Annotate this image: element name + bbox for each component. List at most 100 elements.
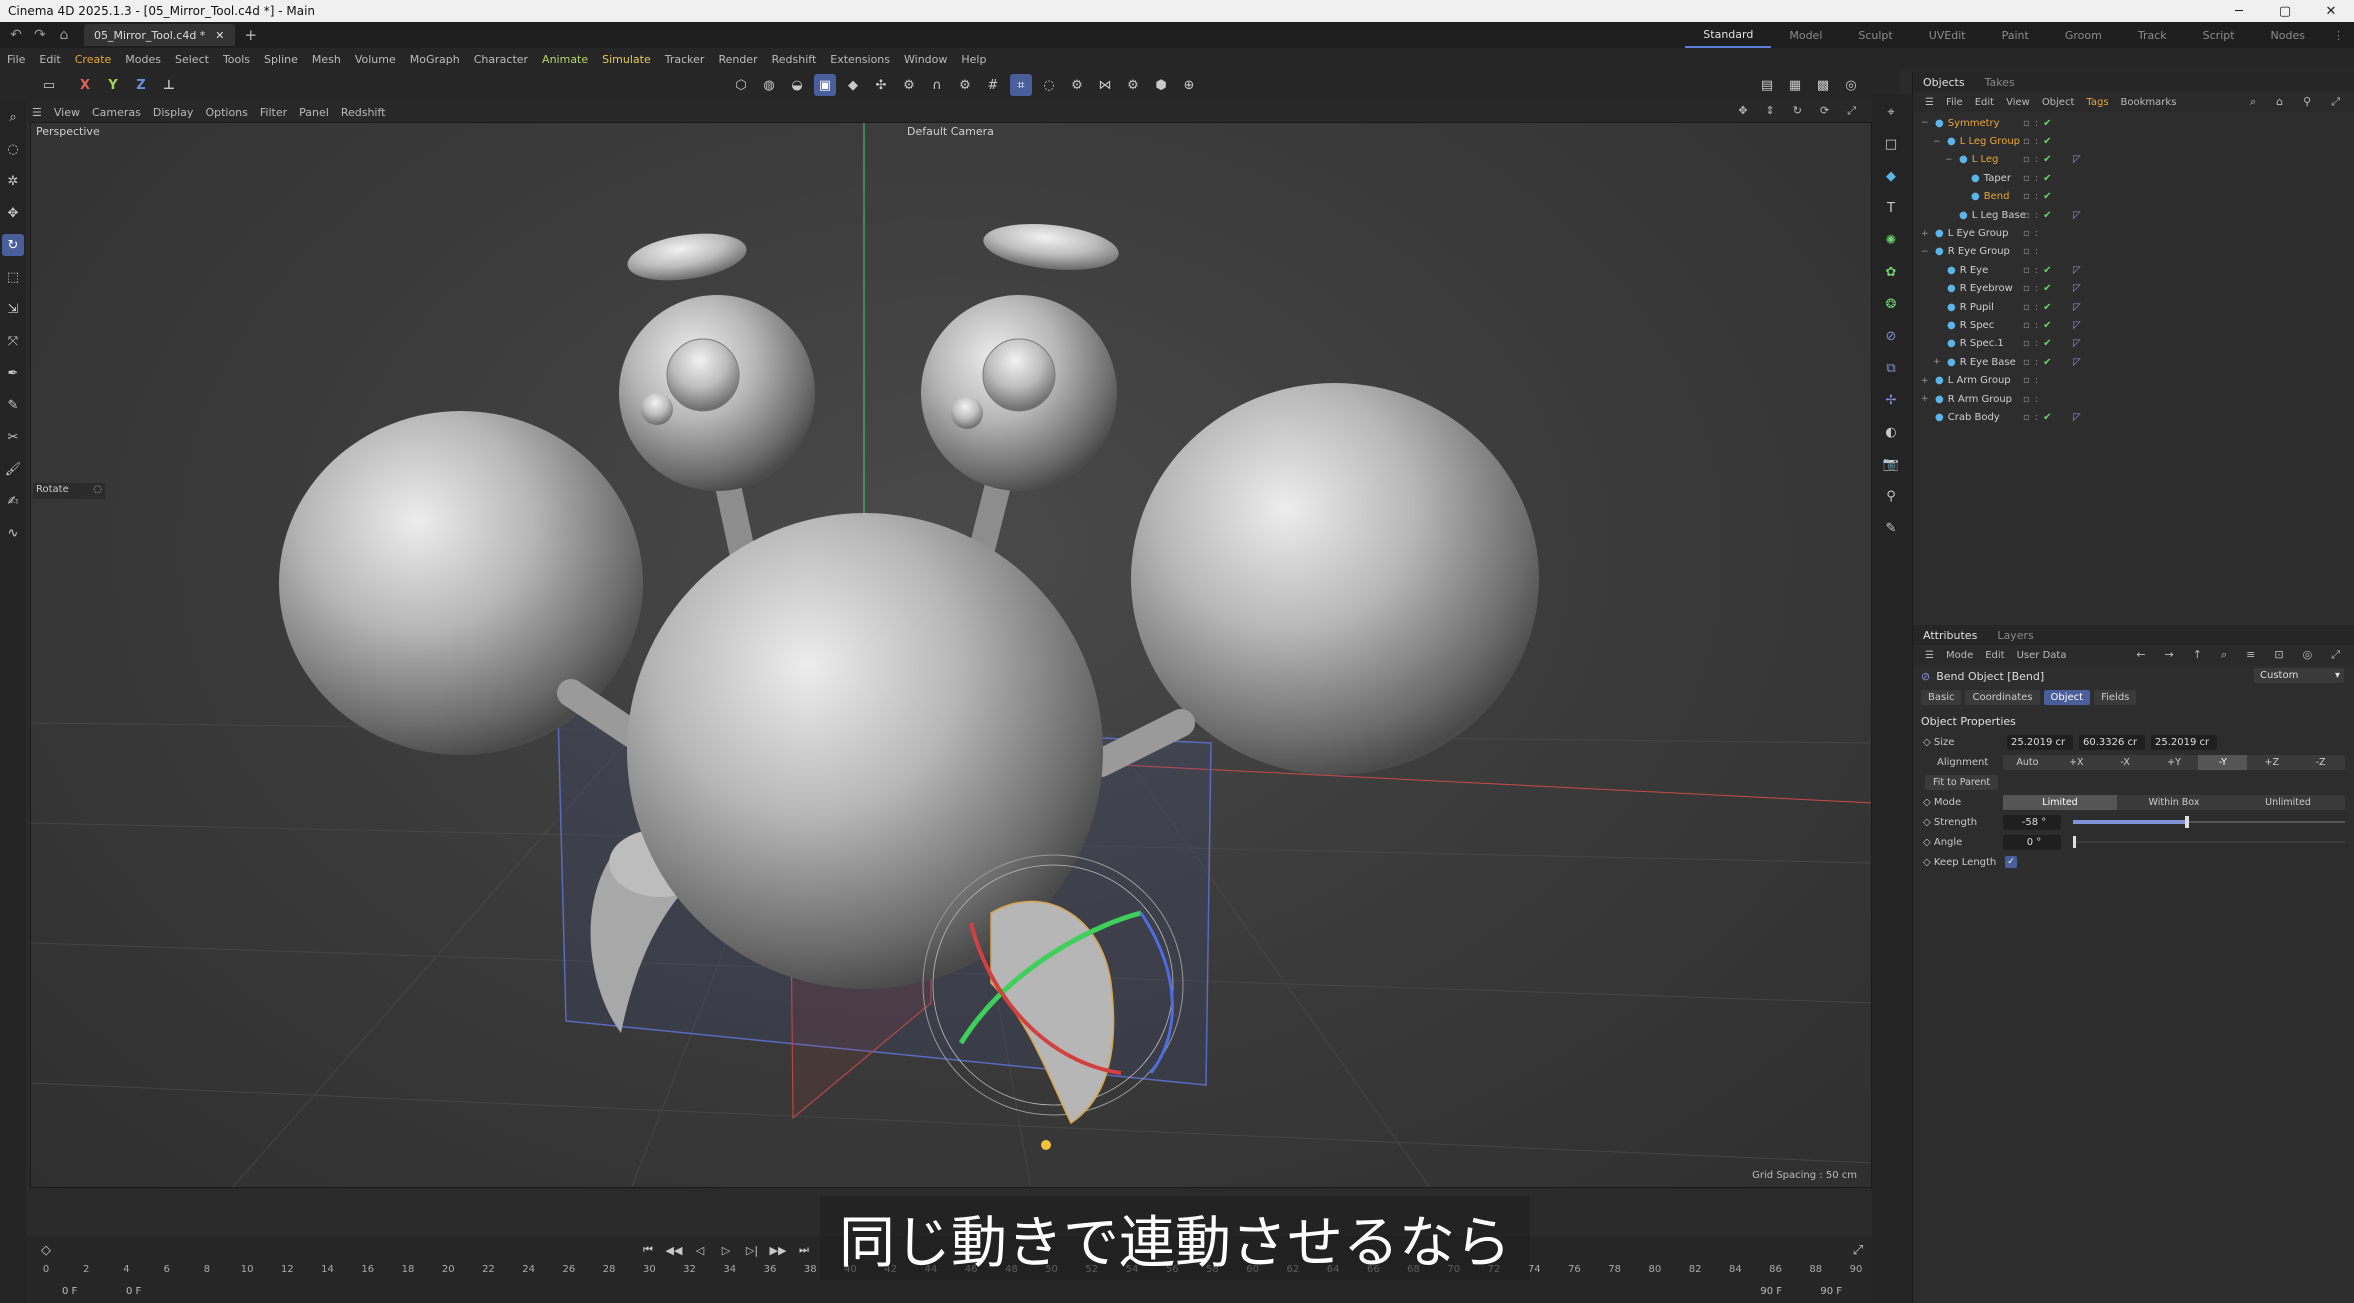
- size-z-field[interactable]: 25.2019 cr: [2151, 734, 2217, 750]
- angle-slider-handle[interactable]: [2073, 836, 2076, 848]
- visibility-dots-icon[interactable]: :: [2035, 412, 2038, 423]
- objects-menu-view[interactable]: View: [2000, 97, 2036, 108]
- alignment-option[interactable]: +X: [2052, 755, 2101, 770]
- viewport-menu-options[interactable]: Options: [199, 106, 253, 119]
- layer-icon[interactable]: ▫: [2023, 283, 2030, 294]
- object-row[interactable]: ● R Eye ▫: ✔ ◸: [1913, 261, 2354, 279]
- object-row[interactable]: ● R Spec ▫: ✔ ◸: [1913, 316, 2354, 334]
- snap-settings-icon[interactable]: ⚙: [954, 74, 976, 96]
- alignment-option[interactable]: Auto: [2003, 755, 2052, 770]
- visibility-dots-icon[interactable]: :: [2035, 210, 2038, 221]
- visibility-dots-icon[interactable]: :: [2035, 246, 2038, 257]
- attributes-menu-icon[interactable]: ☰: [1919, 650, 1940, 661]
- object-row[interactable]: ● Crab Body ▫: ✔ ◸: [1913, 408, 2354, 426]
- axis-mode-icon[interactable]: ✣: [870, 74, 892, 96]
- visibility-dots-icon[interactable]: :: [2035, 136, 2038, 147]
- home-icon[interactable]: ⌂: [54, 27, 74, 43]
- mode-option[interactable]: Within Box: [2117, 795, 2231, 810]
- menu-extensions[interactable]: Extensions: [823, 53, 897, 66]
- go-to-end-button[interactable]: ⏭: [794, 1240, 814, 1260]
- objects-menu-file[interactable]: File: [1940, 97, 1969, 108]
- layout-tab-standard[interactable]: Standard: [1685, 22, 1772, 48]
- expand-toggle-icon[interactable]: −: [1933, 137, 1943, 147]
- deformer-icon[interactable]: ⊘: [1880, 325, 1902, 347]
- more-options-icon[interactable]: ⋮: [2323, 22, 2354, 48]
- alignment-option[interactable]: +Z: [2247, 755, 2296, 770]
- visibility-dots-icon[interactable]: :: [2035, 357, 2038, 368]
- enabled-check-icon[interactable]: ✔: [2043, 357, 2051, 368]
- menu-window[interactable]: Window: [897, 53, 954, 66]
- null-object-icon[interactable]: □: [1880, 133, 1902, 155]
- tag-icon[interactable]: ◸: [2073, 265, 2081, 276]
- object-row[interactable]: + ● L Eye Group ▫:: [1913, 224, 2354, 242]
- visibility-dots-icon[interactable]: :: [2035, 394, 2038, 405]
- transform-tool-icon[interactable]: ⇲: [2, 298, 24, 320]
- menu-create[interactable]: Create: [68, 53, 119, 66]
- tag-icon[interactable]: ◸: [2073, 283, 2081, 294]
- expand-icon[interactable]: ⤢: [2325, 648, 2346, 662]
- enabled-check-icon[interactable]: ✔: [2043, 338, 2051, 349]
- move-tool-icon[interactable]: ✥: [2, 202, 24, 224]
- tag-icon[interactable]: ◸: [2073, 357, 2081, 368]
- object-row[interactable]: + ● R Arm Group ▫:: [1913, 390, 2354, 408]
- enabled-check-icon[interactable]: ✔: [2043, 154, 2051, 165]
- timeline-current-field[interactable]: 0 F: [126, 1286, 141, 1297]
- object-row[interactable]: ● R Spec.1 ▫: ✔ ◸: [1913, 335, 2354, 353]
- layout-tab-groom[interactable]: Groom: [2047, 22, 2120, 48]
- polygons-mode-icon[interactable]: ◆: [842, 74, 864, 96]
- field-icon[interactable]: ⧉: [1880, 357, 1902, 379]
- enabled-check-icon[interactable]: ✔: [2043, 302, 2051, 313]
- next-frame-button[interactable]: ▷|: [742, 1240, 762, 1260]
- menu-select[interactable]: Select: [168, 53, 216, 66]
- tag-icon[interactable]: ◸: [2073, 320, 2081, 331]
- attributes-tab-attributes[interactable]: Attributes: [1913, 629, 1987, 642]
- menu-redshift[interactable]: Redshift: [765, 53, 824, 66]
- viewport-menu-display[interactable]: Display: [147, 106, 200, 119]
- coordinate-system-icon[interactable]: ⊥: [158, 74, 180, 96]
- effector-icon[interactable]: ❂: [1880, 293, 1902, 315]
- expand-toggle-icon[interactable]: −: [1921, 118, 1931, 128]
- expand-toggle-icon[interactable]: −: [1945, 155, 1955, 165]
- tag-icon[interactable]: ◸: [2073, 302, 2081, 313]
- mode-option[interactable]: Unlimited: [2231, 795, 2345, 810]
- fit-to-parent-button[interactable]: Fit to Parent: [1925, 774, 1999, 790]
- visibility-dots-icon[interactable]: :: [2035, 338, 2038, 349]
- strength-slider-handle[interactable]: [2185, 816, 2190, 828]
- attributes-menu-user-data[interactable]: User Data: [2011, 650, 2073, 661]
- edges-mode-icon[interactable]: ◒: [786, 74, 808, 96]
- objects-tab-takes[interactable]: Takes: [1975, 76, 2025, 89]
- brush-tool-icon[interactable]: 🖌: [2, 458, 24, 480]
- menu-simulate[interactable]: Simulate: [595, 53, 658, 66]
- layer-icon[interactable]: ▫: [2023, 173, 2030, 184]
- objects-tab-objects[interactable]: Objects: [1913, 76, 1975, 89]
- layer-icon[interactable]: ▫: [2023, 246, 2030, 257]
- keyframe-icon[interactable]: ◇: [36, 1240, 56, 1260]
- objects-menu-tags[interactable]: Tags: [2080, 97, 2114, 108]
- tag-icon[interactable]: ◸: [2073, 412, 2081, 423]
- symmetry-icon[interactable]: ⋈: [1094, 74, 1116, 96]
- angle-slider[interactable]: [2073, 836, 2345, 848]
- expand-toggle-icon[interactable]: −: [1921, 247, 1931, 257]
- layer-icon[interactable]: ▫: [2023, 412, 2030, 423]
- quantize-icon[interactable]: ◌: [1038, 74, 1060, 96]
- render-view-icon[interactable]: ▤: [1756, 74, 1778, 96]
- layer-icon[interactable]: ▫: [2023, 136, 2030, 147]
- refresh-view-icon[interactable]: ⟳: [1814, 104, 1835, 118]
- spline-pen-icon[interactable]: ✎: [2, 394, 24, 416]
- object-row[interactable]: ● R Pupil ▫: ✔ ◸: [1913, 298, 2354, 316]
- redshift-icon[interactable]: ◎: [1840, 74, 1862, 96]
- cube-primitive-icon[interactable]: ◆: [1880, 165, 1902, 187]
- layer-icon[interactable]: ▫: [2023, 302, 2030, 313]
- layout-tab-model[interactable]: Model: [1771, 22, 1840, 48]
- lock-icon[interactable]: ⊡: [2268, 648, 2289, 662]
- previous-key-button[interactable]: ◀◀: [664, 1240, 684, 1260]
- timeline-expand-icon[interactable]: ⤢: [1848, 1240, 1868, 1260]
- next-key-button[interactable]: ▶▶: [768, 1240, 788, 1260]
- go-to-start-button[interactable]: ⏮: [638, 1240, 658, 1260]
- tag-icon[interactable]: ◸: [2073, 154, 2081, 165]
- menu-tools[interactable]: Tools: [216, 53, 257, 66]
- render-to-picture-viewer-icon[interactable]: ▦: [1784, 74, 1806, 96]
- layer-icon[interactable]: ▫: [2023, 338, 2030, 349]
- play-button[interactable]: ▷: [716, 1240, 736, 1260]
- object-row[interactable]: ● Bend ▫: ✔: [1913, 188, 2354, 206]
